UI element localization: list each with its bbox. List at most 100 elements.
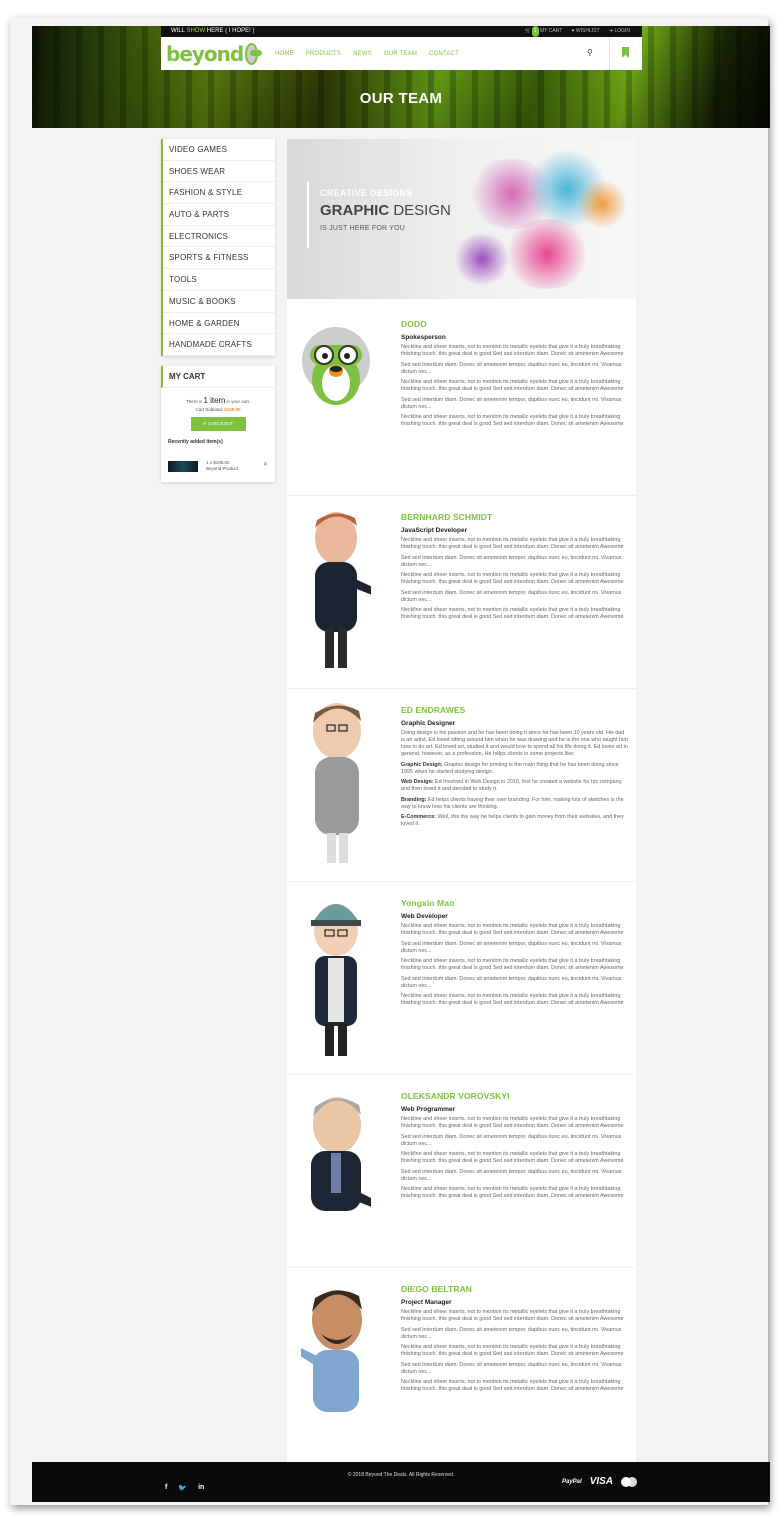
bernhard-caricature-image: [315, 512, 371, 668]
nav-contact[interactable]: CONTACT: [429, 51, 459, 57]
bio-paragraph: Neckline and sheer inserts, not to menti…: [401, 1344, 624, 1357]
category-item[interactable]: HOME & GARDEN: [163, 313, 275, 335]
category-sidebar: VIDEO GAMES SHOES WEAR FASHION & STYLE A…: [161, 139, 275, 356]
checkout-label: CHECKOUT: [207, 421, 234, 426]
visa-icon: VISA: [589, 1476, 614, 1487]
member-name: OLEKSANDR VOROVSKYI: [401, 1091, 510, 1101]
bio-item: E-Commerce: Well, this the way he helps …: [401, 814, 629, 828]
oleksandr-caricature-image: [311, 1097, 371, 1211]
top-cart-link[interactable]: 🛒 1 MY CART: [525, 26, 563, 37]
dodo-mascot-image: [302, 327, 370, 405]
site-logo[interactable]: beyond: [166, 41, 262, 67]
wishlist-label: WISHLIST: [575, 28, 600, 34]
top-text-left: WILL: [171, 28, 185, 34]
member-name: BERNHARD SCHMIDT: [401, 512, 493, 522]
yongxin-caricature-image: [311, 904, 361, 1056]
nav-our-team[interactable]: OUR TEAM: [384, 51, 417, 57]
member-bio: Neckline and sheer inserts, not to menti…: [401, 923, 629, 1011]
site-footer: © 2018 Beyond The Deals. All Rights Rese…: [32, 1462, 770, 1502]
bio-item: Branding: Ed helps clients having their …: [401, 797, 629, 811]
bio-intro: Doing design is his passion and he has b…: [401, 730, 628, 757]
member-role: Web Developer: [401, 913, 448, 920]
login-link[interactable]: ➜ LOGIN: [609, 28, 630, 34]
mastercard-icon: [621, 1476, 638, 1487]
bio-paragraph: Neckline and sheer inserts, not to menti…: [401, 379, 624, 392]
category-item[interactable]: SPORTS & FITNESS: [163, 247, 275, 270]
banner-line3: IS JUST HERE FOR YOU: [320, 225, 406, 232]
nav-products[interactable]: PRODUCTS: [306, 51, 341, 57]
top-links: 🛒 1 MY CART ♥ WISHLIST ➜ LOGIN: [517, 26, 630, 37]
team-member: OLEKSANDR VOROVSKYI Web Programmer Neckl…: [287, 1075, 636, 1268]
bio-paragraph: Sed sed interdum diam. Donec sit ameteni…: [401, 554, 622, 568]
bio-paragraph: Neckline and sheer inserts, not to menti…: [401, 607, 624, 620]
team-member: Yongxin Mao Web Developer Neckline and s…: [287, 882, 636, 1075]
banner-line2: GRAPHIC DESIGN: [320, 202, 451, 219]
bio-paragraph: Neckline and sheer inserts, not to menti…: [401, 958, 624, 971]
checkout-button[interactable]: ✔ CHECKOUT: [190, 417, 246, 431]
nav-news[interactable]: NEWS: [353, 51, 372, 57]
category-item[interactable]: ELECTRONICS: [163, 226, 275, 248]
category-item[interactable]: MUSIC & BOOKS: [163, 291, 275, 313]
bio-paragraph: Neckline and sheer inserts, not to menti…: [401, 1186, 624, 1199]
login-label: LOGIN: [614, 28, 630, 34]
cart-item-qty: 1 x $199.00: [206, 460, 230, 465]
bio-paragraph: Neckline and sheer inserts, not to menti…: [401, 1151, 624, 1164]
category-item[interactable]: AUTO & PARTS: [163, 204, 275, 226]
copyright-text: © 2018 Beyond The Deals. All Rights Rese…: [347, 1472, 455, 1478]
ed-caricature-image: [313, 703, 361, 863]
category-item[interactable]: HANDMADE CRAFTS: [163, 334, 275, 356]
remove-item-icon[interactable]: ✕: [263, 461, 268, 468]
cart-subtotal: Cart Subtotal: $199.00: [161, 407, 275, 412]
banner-line2-light: DESIGN: [393, 202, 451, 219]
subtotal-value: $199.00: [224, 407, 241, 412]
bio-item-key: Web Design:: [401, 779, 434, 785]
page-title: OUR TEAM: [359, 90, 443, 107]
bio-item-key: Graphic Design:: [401, 761, 443, 768]
nav-menu: HOME PRODUCTS NEWS OUR TEAM CONTACT: [275, 37, 471, 70]
member-bio: Neckline and sheer inserts, not to menti…: [401, 344, 629, 432]
bio-paragraph: Neckline and sheer inserts, not to menti…: [401, 923, 624, 936]
graphic-design-banner: CREATIVE DESIGNS GRAPHIC DESIGN IS JUST …: [287, 139, 636, 299]
bookmark-icon[interactable]: [622, 47, 629, 58]
member-name: ED ENDRAWES: [401, 705, 466, 715]
linkedin-icon[interactable]: in: [198, 1484, 204, 1492]
bio-paragraph: Neckline and sheer inserts, not to menti…: [401, 993, 624, 1006]
paint-splash: [577, 179, 627, 229]
bio-paragraph: Neckline and sheer inserts, not to menti…: [401, 537, 624, 550]
nav-home[interactable]: HOME: [275, 51, 294, 57]
paint-splash: [452, 234, 512, 284]
recent-label: Recently added item(s): [168, 439, 223, 445]
twitter-icon[interactable]: 🐦: [178, 1484, 187, 1492]
product-thumbnail[interactable]: [168, 461, 198, 472]
bio-item-key: Branding:: [401, 796, 427, 803]
member-name: Yongxin Mao: [401, 898, 455, 908]
member-bio: Neckline and sheer inserts, not to menti…: [401, 1116, 629, 1204]
member-role: Spokesperson: [401, 334, 446, 341]
subtotal-label: Cart Subtotal:: [195, 407, 223, 412]
member-name: DODO: [401, 319, 427, 329]
category-item[interactable]: FASHION & STYLE: [163, 182, 275, 205]
cart-item-count: 1 item: [203, 396, 226, 405]
top-text-mid: SHOW: [186, 28, 206, 34]
member-role: Project Manager: [401, 1299, 452, 1306]
wishlist-link[interactable]: ♥ WISHLIST: [572, 28, 600, 34]
logo-mascot-icon: [245, 43, 262, 65]
top-cart-label: MY CART: [539, 28, 563, 34]
bio-paragraph: Neckline and sheer inserts, not to menti…: [401, 1379, 624, 1392]
banner-divider: [307, 182, 309, 248]
bio-paragraph: Sed sed interdum diam. Donec sit ameteni…: [401, 396, 622, 410]
cart-count-badge: 1: [531, 26, 539, 37]
category-item[interactable]: TOOLS: [163, 269, 275, 291]
banner-line1: CREATIVE DESIGNS: [320, 188, 413, 198]
member-role: JavaScript Developer: [401, 527, 468, 534]
facebook-icon[interactable]: f: [165, 1484, 167, 1492]
bio-paragraph: Neckline and sheer inserts, not to menti…: [401, 344, 624, 357]
team-member: DIEGO BELTRAN Project Manager Neckline a…: [287, 1268, 636, 1462]
cart-title: MY CART: [161, 366, 275, 388]
cart-item-name[interactable]: Beyond Product: [206, 466, 238, 471]
category-item[interactable]: SHOES WEAR: [163, 161, 275, 183]
bio-item: Web Design: Ed Involved in Web Design in…: [401, 779, 629, 793]
category-item[interactable]: VIDEO GAMES: [163, 139, 275, 161]
member-name: DIEGO BELTRAN: [401, 1284, 473, 1294]
search-icon[interactable]: ⚲: [587, 48, 593, 57]
